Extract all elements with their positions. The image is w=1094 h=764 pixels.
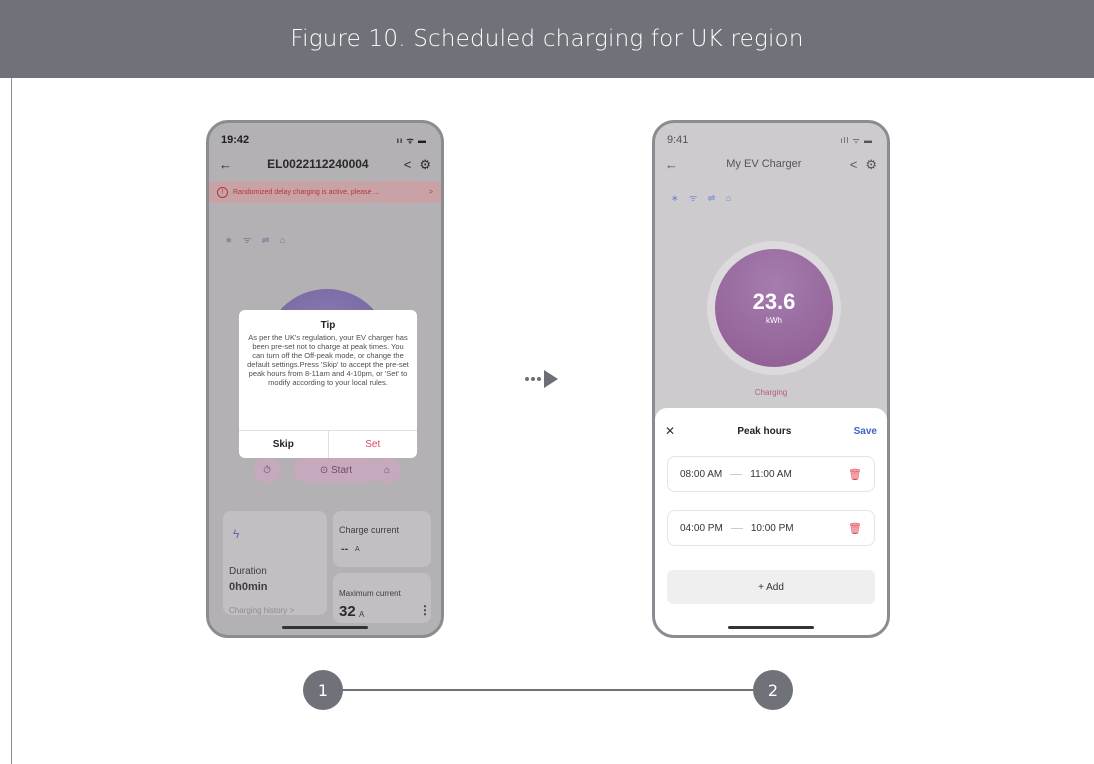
trash-icon[interactable]: 🗑 <box>848 522 862 535</box>
charger-title: My EV Charger <box>726 158 802 170</box>
dialog-title: Tip <box>320 320 336 331</box>
start-time[interactable]: 08:00 AM <box>680 469 722 480</box>
max-current-unit: A <box>359 610 365 619</box>
home-indicator <box>282 626 368 629</box>
peak-hours-sheet: ✕ Peak hours Save 08:00 AM 11:00 AM 🗑 04… <box>655 408 887 635</box>
charge-current-value: -- <box>341 543 349 555</box>
next-arrow <box>525 370 558 388</box>
end-time[interactable]: 10:00 PM <box>751 523 794 534</box>
charge-current-card <box>333 511 431 567</box>
status-icons: ıll ᯤ ▬ <box>840 135 873 145</box>
phone-screen-1: 19:42 ıı ᯤ ▬ ← EL0022112240004 < ⚙ ! Rand… <box>206 120 444 638</box>
step-2-badge: 2 <box>753 670 793 710</box>
back-arrow-icon[interactable]: ← <box>219 158 232 171</box>
status-icons: ıı ᯤ ▬ <box>396 135 427 145</box>
status-bar: 19:42 ıı ᯤ ▬ <box>221 133 427 147</box>
skip-button[interactable]: Skip <box>239 431 329 458</box>
duration-label: Duration <box>229 566 267 577</box>
charge-current-label: Charge current <box>339 525 400 535</box>
step-connector <box>336 689 774 691</box>
figure-header: Figure 10. Scheduled charging for UK reg… <box>0 0 1094 78</box>
trash-icon[interactable]: 🗑 <box>848 468 862 481</box>
dialog-body: As per the UK's regulation, your EV char… <box>247 333 409 387</box>
save-button[interactable]: Save <box>854 426 877 437</box>
timer-icon: ⏱ <box>263 464 271 476</box>
duration-value: 0h0min <box>229 581 268 593</box>
timer-button[interactable]: ⏱ <box>254 457 280 483</box>
peak-hour-row[interactable]: 04:00 PM 10:00 PM 🗑 <box>667 510 875 546</box>
share-icon[interactable]: < <box>850 158 858 171</box>
figure-title: Figure 10. Scheduled charging for UK reg… <box>290 26 804 52</box>
info-icon: ! <box>217 186 228 198</box>
status-time: 9:41 <box>667 134 689 146</box>
share-icon[interactable]: < <box>404 158 412 171</box>
start-time[interactable]: 04:00 PM <box>680 523 723 534</box>
connectivity-icons: ∗ ᯤ ⇌ ⌂ <box>225 235 290 245</box>
status-bar: 9:41 ıll ᯤ ▬ <box>667 133 873 147</box>
nav-bar: ← My EV Charger < ⚙ <box>665 153 877 175</box>
status-time: 19:42 <box>221 134 250 146</box>
unlock-icon: ⌂ <box>383 464 391 476</box>
gear-icon[interactable]: ⚙ <box>419 158 431 171</box>
connectivity-icons: ∗ ᯤ ⇌ ⌂ <box>671 193 736 203</box>
tip-dialog: Tip As per the UK's regulation, your EV … <box>239 310 417 458</box>
lock-button[interactable]: ⌂ <box>373 457 401 483</box>
left-rule <box>11 78 12 764</box>
charging-status: Charging <box>754 388 788 397</box>
start-button[interactable]: ⊙ Start <box>294 457 378 483</box>
end-time[interactable]: 11:00 AM <box>750 469 792 480</box>
more-vertical-icon[interactable]: ⋮ <box>419 603 431 617</box>
energy-gauge: 23.6 kWh <box>715 249 833 367</box>
gauge-value: 23.6 <box>752 289 796 314</box>
step-1-badge: 1 <box>303 670 343 710</box>
warning-text: Randomized delay charging is active, ple… <box>233 188 380 196</box>
close-icon[interactable]: ✕ <box>665 424 675 438</box>
warning-banner[interactable]: ! Randomized delay charging is active, pl… <box>209 181 441 203</box>
home-indicator <box>728 626 814 629</box>
bolt-icon: ϟ <box>233 527 240 541</box>
max-current-value: 32 <box>339 603 356 620</box>
dialog-buttons: Skip Set <box>239 430 417 458</box>
charging-history-link[interactable]: Charging history > <box>229 606 294 615</box>
set-button[interactable]: Set <box>329 431 418 458</box>
max-current-label: Maximum current <box>339 589 401 598</box>
add-button[interactable]: + Add <box>667 570 875 604</box>
charger-id-title: EL0022112240004 <box>267 157 369 171</box>
peak-hour-row[interactable]: 08:00 AM 11:00 AM 🗑 <box>667 456 875 492</box>
charge-current-unit: A <box>355 546 360 553</box>
gear-icon[interactable]: ⚙ <box>865 158 877 171</box>
phone-screen-2: 9:41 ıll ᯤ ▬ ← My EV Charger < ⚙ ∗ ᯤ ⇌ ⌂… <box>652 120 890 638</box>
start-label: Start <box>331 464 353 476</box>
chevron-right-icon: > <box>428 188 433 196</box>
sheet-title: Peak hours <box>737 425 792 437</box>
play-icon: ⊙ <box>319 464 332 476</box>
gauge-unit: kWh <box>766 316 782 325</box>
back-arrow-icon[interactable]: ← <box>665 158 678 171</box>
nav-bar: ← EL0022112240004 < ⚙ <box>219 153 431 175</box>
sheet-header: ✕ Peak hours Save <box>665 424 877 438</box>
